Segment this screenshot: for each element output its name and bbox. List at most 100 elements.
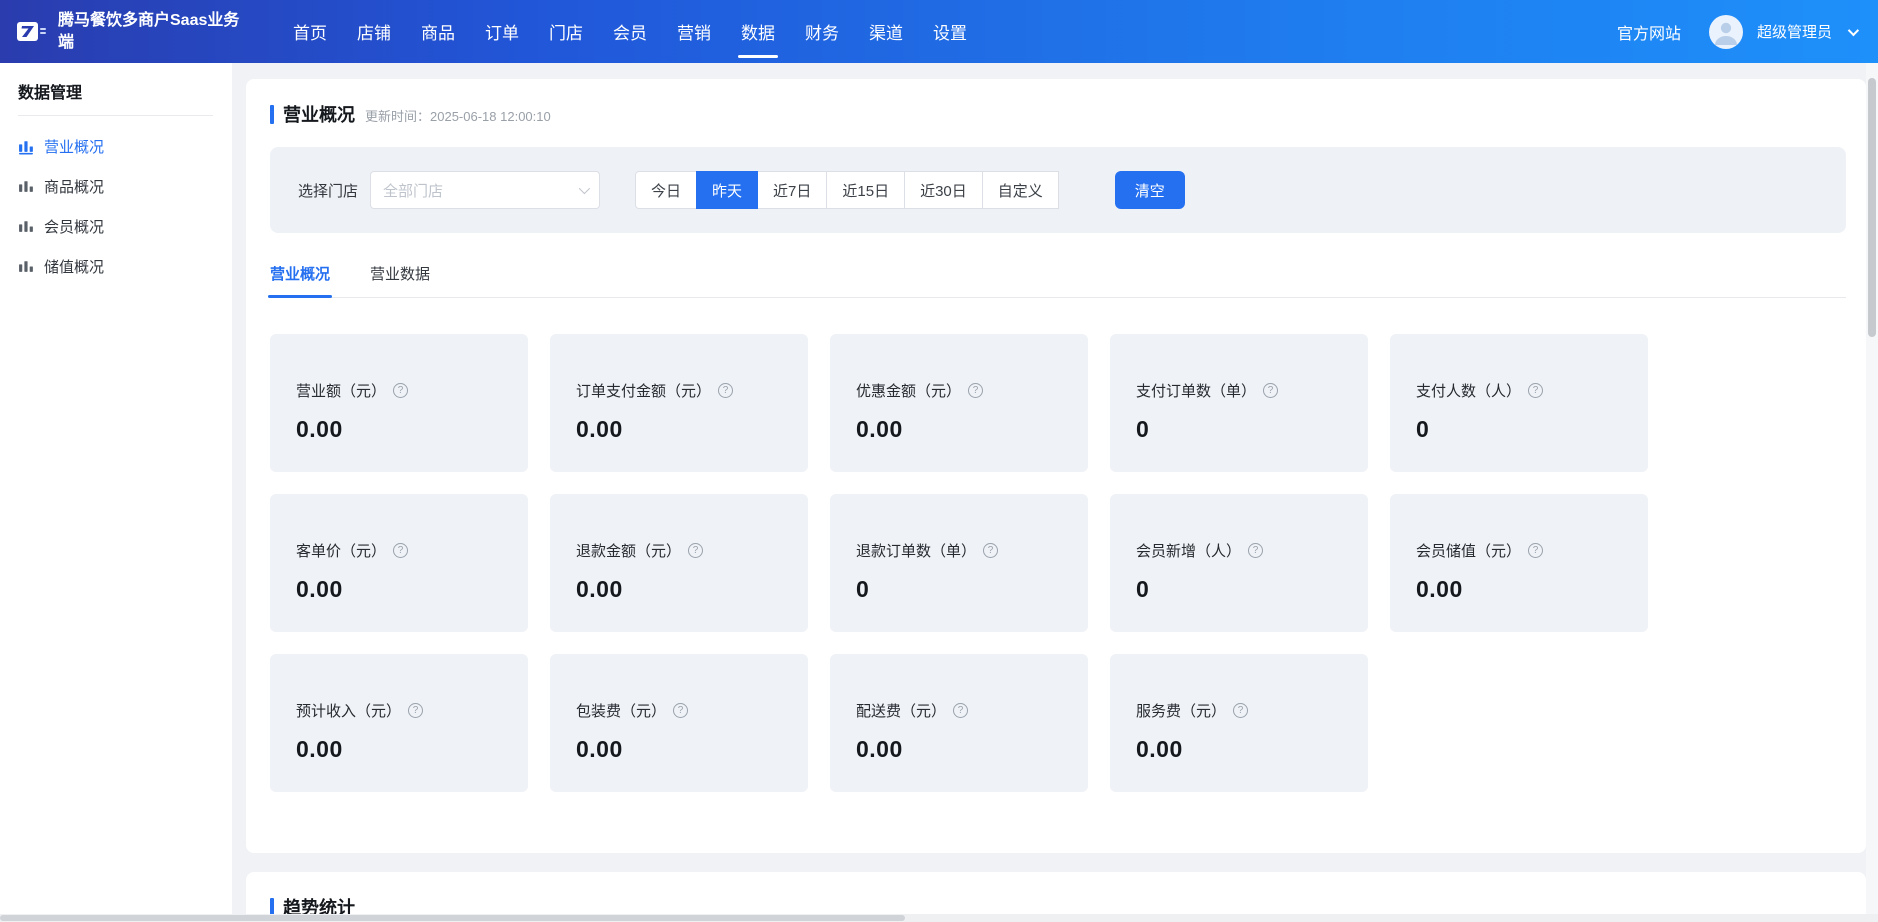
help-icon[interactable]: ?: [718, 383, 733, 398]
tab[interactable]: 营业概况: [270, 263, 330, 297]
nav-item-label: 店铺: [357, 19, 391, 44]
date-range-button[interactable]: 今日: [635, 171, 697, 209]
stat-card: 会员新增（人） ? 0: [1110, 494, 1368, 632]
stat-card: 订单支付金额（元） ? 0.00: [550, 334, 808, 472]
help-icon[interactable]: ?: [673, 703, 688, 718]
nav-item[interactable]: 首页: [293, 0, 327, 63]
stat-card: 营业额（元） ? 0.00: [270, 334, 528, 472]
stat-card: 客单价（元） ? 0.00: [270, 494, 528, 632]
nav-item[interactable]: 渠道: [869, 0, 903, 63]
help-icon[interactable]: ?: [1248, 543, 1263, 558]
nav-item[interactable]: 门店: [549, 0, 583, 63]
stat-value: 0.00: [296, 736, 510, 763]
store-select[interactable]: 全部门店: [370, 171, 600, 209]
stat-card: 会员储值（元） ? 0.00: [1390, 494, 1648, 632]
trend-card: 趋势统计: [246, 872, 1866, 914]
stat-value: 0.00: [856, 736, 1070, 763]
sidebar-item[interactable]: 储值概况: [0, 246, 232, 286]
store-select-label: 选择门店: [298, 180, 358, 201]
nav-item-label: 商品: [421, 19, 455, 44]
nav-item[interactable]: 设置: [933, 0, 967, 63]
store-select-placeholder: 全部门店: [383, 180, 443, 201]
stat-value: 0: [1136, 576, 1350, 603]
nav-item[interactable]: 数据: [741, 0, 775, 63]
page-title: 营业概况: [283, 101, 355, 127]
vertical-scrollbar-thumb[interactable]: [1868, 78, 1876, 337]
date-range-label: 近15日: [842, 180, 889, 201]
help-icon[interactable]: ?: [1263, 383, 1278, 398]
tab[interactable]: 营业数据: [370, 263, 430, 297]
date-range-button[interactable]: 近7日: [757, 171, 827, 209]
date-range-button[interactable]: 昨天: [696, 171, 758, 209]
help-icon[interactable]: ?: [953, 703, 968, 718]
date-range-button[interactable]: 近30日: [904, 171, 983, 209]
nav-item[interactable]: 订单: [485, 0, 519, 63]
stat-card: 退款订单数（单） ? 0: [830, 494, 1088, 632]
help-icon[interactable]: ?: [393, 543, 408, 558]
clear-button[interactable]: 清空: [1115, 171, 1185, 209]
help-icon[interactable]: ?: [688, 543, 703, 558]
trend-header: 趋势统计: [246, 872, 1866, 914]
horizontal-scrollbar-thumb[interactable]: [0, 915, 905, 921]
date-range-button[interactable]: 近15日: [826, 171, 905, 209]
nav-item[interactable]: 商品: [421, 0, 455, 63]
nav-item[interactable]: 营销: [677, 0, 711, 63]
update-time-value: 2025-06-18 12:00:10: [430, 109, 551, 124]
help-icon[interactable]: ?: [1528, 383, 1543, 398]
stat-value: 0.00: [1416, 576, 1630, 603]
nav-item-label: 营销: [677, 19, 711, 44]
stat-label: 预计收入（元）: [296, 700, 401, 721]
help-icon[interactable]: ?: [968, 383, 983, 398]
filter-panel: 选择门店 全部门店 今日 昨天 近7日 近15日 近30日: [270, 147, 1846, 233]
nav-menu: 首页 店铺 商品 订单 门店 会员 营销 数据: [293, 0, 967, 63]
sidebar-item[interactable]: 营业概况: [0, 126, 232, 166]
help-icon[interactable]: ?: [983, 543, 998, 558]
stat-label: 服务费（元）: [1136, 700, 1226, 721]
stat-label-row: 服务费（元） ?: [1136, 700, 1350, 721]
stat-value: 0.00: [296, 416, 510, 443]
chevron-down-icon[interactable]: [1848, 24, 1859, 35]
stat-value: 0.00: [1136, 736, 1350, 763]
avatar[interactable]: [1709, 15, 1743, 49]
stat-label-row: 支付人数（人） ?: [1416, 380, 1630, 401]
stat-label: 营业额（元）: [296, 380, 386, 401]
stat-label: 退款金额（元）: [576, 540, 681, 561]
stat-label: 订单支付金额（元）: [576, 380, 711, 401]
help-icon[interactable]: ?: [393, 383, 408, 398]
trend-title: 趋势统计: [283, 894, 355, 914]
tabs: 营业概况 营业数据: [270, 263, 1846, 298]
help-icon[interactable]: ?: [1528, 543, 1543, 558]
date-range-label: 自定义: [998, 180, 1043, 201]
nav-item-label: 门店: [549, 19, 583, 44]
help-icon[interactable]: ?: [1233, 703, 1248, 718]
nav-item[interactable]: 会员: [613, 0, 647, 63]
date-range-group: 今日 昨天 近7日 近15日 近30日 自定义: [635, 171, 1059, 209]
date-range-label: 今日: [651, 180, 681, 201]
stat-card: 预计收入（元） ? 0.00: [270, 654, 528, 792]
sidebar-item-label: 营业概况: [44, 136, 104, 157]
horizontal-scrollbar-track: [0, 914, 1878, 922]
nav-item-label: 财务: [805, 19, 839, 44]
stat-label: 会员新增（人）: [1136, 540, 1241, 561]
user-name[interactable]: 超级管理员: [1757, 21, 1832, 42]
date-range-label: 近7日: [773, 180, 811, 201]
help-icon[interactable]: ?: [408, 703, 423, 718]
title-accent-bar: [270, 898, 274, 915]
sidebar-item-label: 商品概况: [44, 176, 104, 197]
stats-grid: 营业额（元） ? 0.00 订单支付金额（元） ? 0.00 优惠金额（元） ?: [270, 334, 1842, 792]
tab-label: 营业概况: [270, 266, 330, 283]
stat-label: 会员储值（元）: [1416, 540, 1521, 561]
sidebar-item[interactable]: 商品概况: [0, 166, 232, 206]
official-site-link[interactable]: 官方网站: [1617, 20, 1681, 44]
sidebar-item[interactable]: 会员概况: [0, 206, 232, 246]
stat-label: 支付订单数（单）: [1136, 380, 1256, 401]
stat-value: 0: [856, 576, 1070, 603]
sidebar-item-label: 会员概况: [44, 216, 104, 237]
nav-item[interactable]: 财务: [805, 0, 839, 63]
nav-item[interactable]: 店铺: [357, 0, 391, 63]
stat-label: 配送费（元）: [856, 700, 946, 721]
overview-card: 营业概况 更新时间：2025-06-18 12:00:10 选择门店 全部门店 …: [246, 79, 1866, 853]
stat-card: 退款金额（元） ? 0.00: [550, 494, 808, 632]
date-range-button[interactable]: 自定义: [982, 171, 1059, 209]
overview-header: 营业概况 更新时间：2025-06-18 12:00:10: [246, 79, 1866, 127]
